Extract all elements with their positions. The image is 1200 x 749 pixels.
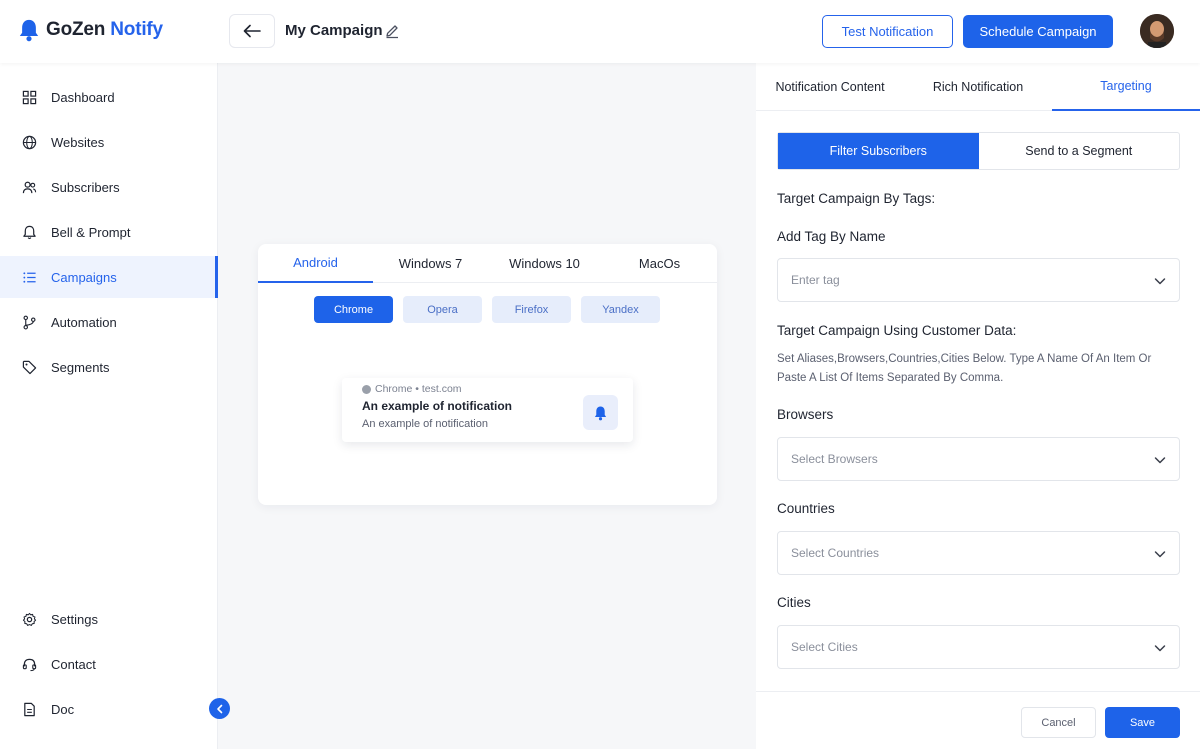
browser-yandex-button[interactable]: Yandex [581,296,660,323]
sidebar-item-segments[interactable]: Segments [0,346,218,388]
schedule-campaign-button[interactable]: Schedule Campaign [963,15,1113,48]
notification-source: Chrome • test.com [362,383,462,395]
send-to-segment-button[interactable]: Send to a Segment [979,133,1180,169]
os-tabs: Android Windows 7 Windows 10 MacOs [258,244,717,283]
cities-label: Cities [777,595,811,610]
sidebar-item-label: Subscribers [51,179,120,195]
sidebar-item-label: Settings [51,611,98,627]
segment-toggle: Filter Subscribers Send to a Segment [777,132,1180,170]
notification-mockup: Chrome • test.com An example of notifica… [342,378,633,442]
sidebar-item-doc[interactable]: Doc [0,688,218,730]
chevron-down-icon [1154,551,1166,558]
customer-data-help: Set Aliases,Browsers,Countries,Cities Be… [777,353,1152,384]
notification-bell [583,395,618,430]
tags-heading: Target Campaign By Tags: [777,191,936,206]
avatar[interactable] [1140,14,1174,48]
panel-tabs: Notification Content Rich Notification T… [756,63,1200,111]
sidebar-item-label: Bell & Prompt [51,224,131,240]
tab-android[interactable]: Android [258,244,373,283]
pencil-icon[interactable] [384,23,400,39]
customer-data-heading: Target Campaign Using Customer Data: [777,323,1017,338]
sidebar-collapse-button[interactable] [209,698,230,719]
cities-placeholder: Select Cities [791,640,858,654]
dashboard-icon [22,90,37,104]
test-notification-button[interactable]: Test Notification [822,15,953,48]
avatar-face-icon [1140,14,1174,48]
countries-placeholder: Select Countries [791,546,880,560]
filter-subscribers-button[interactable]: Filter Subscribers [778,133,979,169]
browsers-placeholder: Select Browsers [791,452,878,466]
headset-icon [22,658,37,671]
sidebar-item-label: Campaigns [51,269,117,285]
chevron-down-icon [1154,278,1166,285]
branch-icon [23,315,36,329]
sidebar: Dashboard Websites Subscribers Bell & Pr… [0,63,218,749]
sidebar-item-bell-prompt[interactable]: Bell & Prompt [0,211,218,253]
bell-icon [23,225,36,239]
notification-body: An example of notification [362,418,488,430]
chevron-left-icon [216,704,222,713]
tag-icon [22,360,37,374]
gear-icon [22,612,37,626]
tab-macos[interactable]: MacOs [602,244,717,283]
bell-icon [594,405,607,420]
tag-input[interactable]: Enter tag [777,258,1180,302]
campaign-title: My Campaign [285,22,383,39]
panel-footer: Cancel Save [756,691,1200,749]
cities-select[interactable]: Select Cities [777,625,1180,669]
sidebar-item-contact[interactable]: Contact [0,643,218,685]
add-tag-label: Add Tag By Name [777,229,886,244]
tab-notification-content[interactable]: Notification Content [756,63,904,111]
notification-title: An example of notification [362,399,513,413]
browsers-select[interactable]: Select Browsers [777,437,1180,481]
notification-preview-card: Android Windows 7 Windows 10 MacOs Chrom… [258,244,717,505]
tab-windows-10[interactable]: Windows 10 [487,244,602,283]
notification-source-text: Chrome • test.com [375,383,462,395]
countries-select[interactable]: Select Countries [777,531,1180,575]
chevron-down-icon [1154,457,1166,464]
targeting-panel: Notification Content Rich Notification T… [756,63,1200,749]
sidebar-item-settings[interactable]: Settings [0,598,218,640]
sidebar-item-label: Websites [51,134,105,150]
cancel-button[interactable]: Cancel [1021,707,1096,738]
sidebar-item-label: Contact [51,656,96,672]
save-button[interactable]: Save [1105,707,1180,738]
tag-input-placeholder: Enter tag [791,273,840,287]
sidebar-item-label: Doc [51,701,75,717]
tab-windows-7[interactable]: Windows 7 [373,244,488,283]
users-icon [22,181,37,193]
back-button[interactable] [229,14,275,48]
globe-icon [22,135,37,149]
logo[interactable]: GoZen Notify [18,18,163,42]
top-header: GoZen Notify My Campaign Test Notificati… [0,0,1200,63]
bell-logo-icon [19,19,39,42]
sidebar-item-subscribers[interactable]: Subscribers [0,166,218,208]
chrome-icon [362,384,371,394]
sidebar-item-campaigns[interactable]: Campaigns [0,256,218,298]
tab-targeting[interactable]: Targeting [1052,63,1200,111]
countries-label: Countries [777,501,835,516]
sidebar-item-label: Segments [51,359,110,375]
arrow-left-icon [243,24,261,38]
browser-chrome-button[interactable]: Chrome [314,296,393,323]
sidebar-item-automation[interactable]: Automation [0,301,218,343]
sidebar-item-websites[interactable]: Websites [0,121,218,163]
list-icon [23,271,36,283]
browsers-label: Browsers [777,407,834,422]
sidebar-item-label: Dashboard [51,89,115,105]
sidebar-item-label: Automation [51,314,117,330]
tab-rich-notification[interactable]: Rich Notification [904,63,1052,111]
logo-text: GoZen Notify [46,19,163,40]
sidebar-item-dashboard[interactable]: Dashboard [0,76,218,118]
browser-opera-button[interactable]: Opera [403,296,482,323]
browser-firefox-button[interactable]: Firefox [492,296,571,323]
document-icon [24,702,35,716]
chevron-down-icon [1154,645,1166,652]
